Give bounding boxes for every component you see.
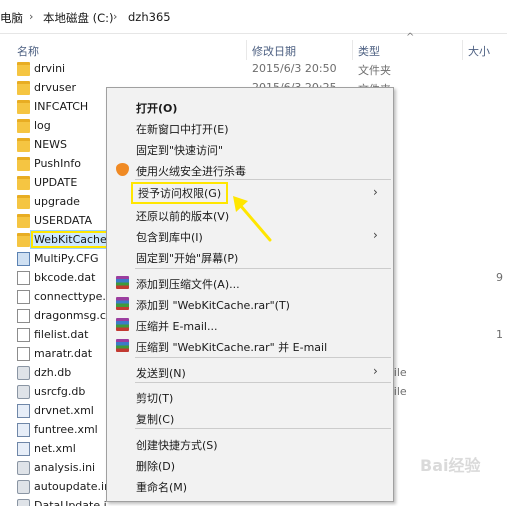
arrow-shaft bbox=[238, 203, 272, 242]
annotation-arrow bbox=[233, 196, 272, 242]
watermark: Bai经验 bbox=[420, 456, 481, 475]
